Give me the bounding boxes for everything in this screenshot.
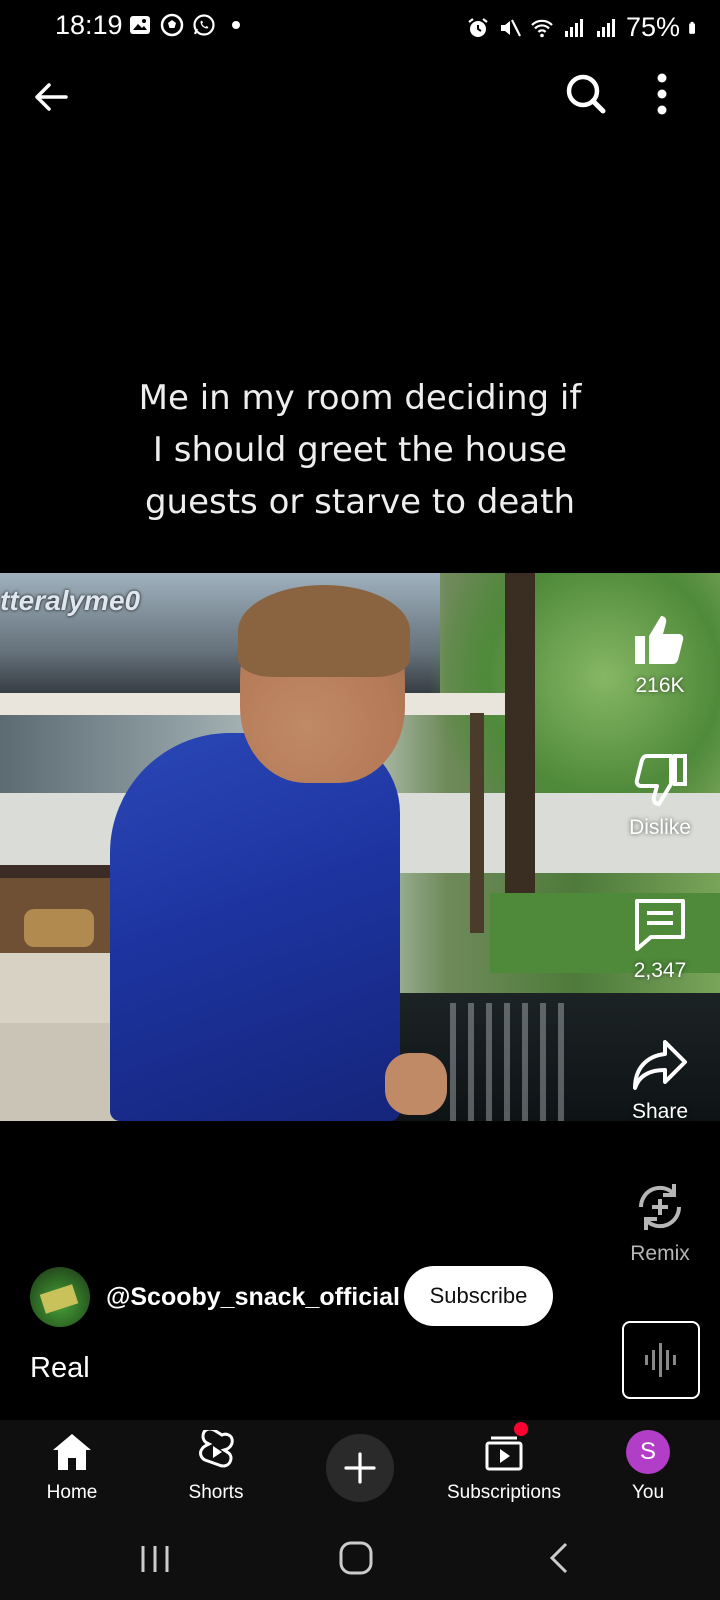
alarm-icon <box>468 17 488 37</box>
sound-button[interactable] <box>622 1321 700 1399</box>
caption-line: Me in my room deciding if <box>138 378 582 418</box>
caption-line: I should greet the house <box>152 430 568 470</box>
gallery-icon <box>130 16 150 34</box>
channel-avatar[interactable] <box>30 1267 90 1327</box>
channel-row[interactable]: @Scooby_snack_official <box>30 1266 400 1328</box>
top-bar <box>0 60 720 130</box>
nav-shorts[interactable]: Shorts <box>146 1430 286 1504</box>
home-icon <box>53 1434 91 1470</box>
nav-you-label: You <box>631 1482 665 1503</box>
mute-icon <box>500 19 521 36</box>
battery-percent: 75% <box>625 12 680 42</box>
plus-icon <box>344 1452 376 1484</box>
like-count: 216K <box>635 674 685 697</box>
nav-subscriptions[interactable]: Subscriptions <box>434 1422 574 1504</box>
remix-button[interactable]: Remix <box>605 1178 715 1266</box>
notification-dot <box>514 1422 528 1436</box>
status-time: 18:19 <box>55 10 123 40</box>
nav-home-label: Home <box>46 1482 98 1503</box>
thumbs-down-icon <box>634 754 687 806</box>
battery-icon <box>689 21 695 34</box>
signal-icon <box>596 18 615 37</box>
nav-subscriptions-label: Subscriptions <box>446 1482 562 1503</box>
dislike-label: Dislike <box>629 816 691 839</box>
share-button[interactable]: Share <box>605 1036 715 1124</box>
nav-shorts-label: Shorts <box>188 1482 244 1503</box>
comments-count: 2,347 <box>633 959 687 982</box>
dot-icon <box>232 21 240 29</box>
subscriptions-icon <box>485 1436 523 1471</box>
status-left-icons <box>128 13 248 37</box>
subscriptions-icon-wrap <box>482 1422 528 1474</box>
comment-icon <box>635 899 685 951</box>
share-label: Share <box>631 1100 689 1123</box>
video-person-shirt <box>110 733 400 1121</box>
back-button-icon[interactable] <box>540 1538 580 1578</box>
back-arrow-icon[interactable] <box>28 74 74 120</box>
caption-line: guests or starve to death <box>144 482 576 522</box>
bottom-nav: Home Shorts Subscriptions S You <box>0 1420 720 1520</box>
status-bar: 18:19 75% <box>0 0 720 54</box>
search-icon[interactable] <box>562 70 610 118</box>
remix-icon <box>638 1184 682 1230</box>
audio-waveform-icon <box>645 1343 676 1377</box>
subscribe-button[interactable]: Subscribe <box>404 1266 553 1326</box>
nav-home[interactable]: Home <box>2 1430 142 1504</box>
signal-icon <box>564 18 583 37</box>
whatsapp-icon <box>193 14 215 36</box>
system-nav-bar <box>0 1520 720 1600</box>
dislike-button[interactable]: Dislike <box>605 752 715 840</box>
channel-name[interactable]: @Scooby_snack_official <box>106 1283 400 1312</box>
share-icon <box>633 1040 687 1090</box>
video-pillow <box>24 909 94 947</box>
soccer-icon <box>160 13 184 37</box>
comments-button[interactable]: 2,347 <box>605 895 715 983</box>
create-button[interactable] <box>326 1434 394 1502</box>
home-button-icon[interactable] <box>336 1538 376 1578</box>
shorts-icon <box>199 1430 234 1468</box>
video-caption: Me in my room deciding if I should greet… <box>110 372 610 528</box>
remix-label: Remix <box>630 1242 690 1265</box>
video-tree-trunk <box>505 573 535 933</box>
status-right-icons: 75% <box>466 12 702 43</box>
video-person-hand <box>385 1053 447 1115</box>
recent-apps-icon[interactable] <box>135 1538 175 1578</box>
wifi-icon <box>531 19 553 37</box>
video-tree-trunk <box>470 713 484 933</box>
more-vert-icon[interactable] <box>650 70 674 118</box>
nav-you[interactable]: S You <box>578 1430 718 1504</box>
video-pool-reflection <box>450 1003 570 1121</box>
you-avatar: S <box>626 1430 670 1474</box>
like-button[interactable]: 216K <box>605 610 715 698</box>
video-watermark: tteralyme0 <box>0 585 141 616</box>
video-person-hair <box>238 585 410 677</box>
video-title[interactable]: Real <box>30 1352 90 1385</box>
thumbs-up-icon <box>635 616 684 664</box>
